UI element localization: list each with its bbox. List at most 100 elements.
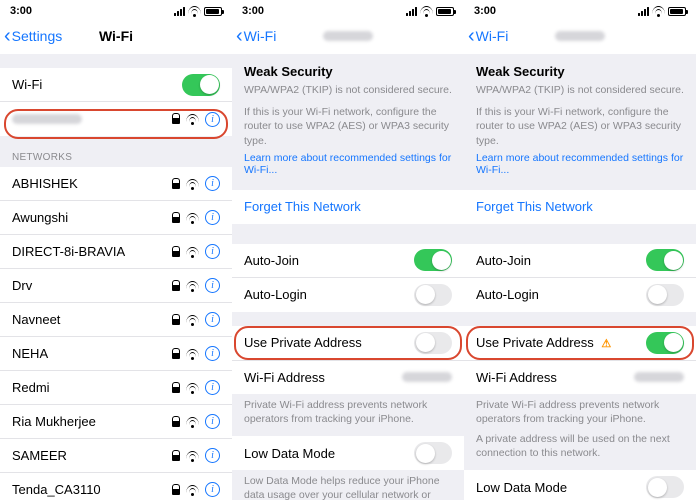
private-next-hint: A private address will be used on the ne… [464,428,696,470]
lock-icon [172,281,180,291]
connected-network-name [12,114,82,124]
auto-join-toggle[interactable] [414,249,452,271]
network-name: DIRECT-8i-BRAVIA [12,244,172,259]
info-icon[interactable]: i [205,414,220,429]
back-label: Wi-Fi [244,28,277,44]
signal-icon [406,7,417,16]
network-row[interactable]: ABHISHEKi [0,167,232,201]
back-label: Wi-Fi [476,28,509,44]
auto-login-row[interactable]: Auto-Login [232,278,464,312]
auto-join-label: Auto-Join [244,253,414,268]
network-name: Redmi [12,380,172,395]
info-icon[interactable]: i [205,312,220,327]
weak-security-hint: If this is your Wi-Fi network, configure… [464,99,696,150]
weak-security-msg: WPA/WPA2 (TKIP) is not considered secure… [232,79,464,99]
info-icon[interactable]: i [205,210,220,225]
status-icons [174,6,222,16]
battery-icon [204,7,222,16]
back-button[interactable]: ‹ Settings [4,26,62,46]
wifi-toggle[interactable] [182,74,220,96]
back-label: Settings [12,28,63,44]
networks-header: NETWORKS [0,136,232,167]
low-data-toggle[interactable] [414,442,452,464]
learn-more-link[interactable]: Learn more about recommended settings fo… [464,150,696,186]
low-data-row[interactable]: Low Data Mode [232,436,464,470]
network-row[interactable]: Awungshi i [0,201,232,235]
info-icon[interactable]: i [205,380,220,395]
content: Weak Security WPA/WPA2 (TKIP) is not con… [232,54,464,500]
wifi-address-value [634,372,684,382]
wifi-address-label: Wi-Fi Address [476,370,634,385]
phone-wifi-list: 3:00 ‹ Settings Wi-Fi Wi-Fi i [0,0,232,500]
wifi-icon [186,315,199,325]
network-row[interactable]: Tenda_CA3110 i [0,473,232,500]
auto-join-row[interactable]: Auto-Join [464,244,696,278]
network-name: Tenda_CA3110 [12,482,172,497]
auto-login-label: Auto-Login [244,287,414,302]
auto-login-toggle[interactable] [646,284,684,306]
back-button[interactable]: ‹ Wi-Fi [468,26,508,46]
info-icon[interactable]: i [205,482,220,497]
auto-join-toggle[interactable] [646,249,684,271]
wifi-address-value [402,372,452,382]
wifi-icon [186,417,199,427]
network-row[interactable]: Navneet i [0,303,232,337]
network-row[interactable]: DIRECT-8i-BRAVIA i [0,235,232,269]
chevron-left-icon: ‹ [4,26,11,46]
info-icon[interactable]: i [205,112,220,127]
info-icon[interactable]: i [205,448,220,463]
network-name: Ria Mukherjee [12,414,172,429]
auto-login-label: Auto-Login [476,287,646,302]
forget-label: Forget This Network [476,199,593,214]
connected-network-row[interactable]: i [0,102,232,136]
lock-icon [172,179,180,189]
forget-network-row[interactable]: Forget This Network [232,190,464,224]
network-row[interactable]: Ria Mukherjee i [0,405,232,439]
info-icon[interactable]: i [205,244,220,259]
phone-detail-on: 3:00 ‹ Wi-Fi Weak Security WPA/WPA2 (TKI… [464,0,696,500]
status-icons [638,6,686,16]
status-icons [406,6,454,16]
network-row[interactable]: Drvi [0,269,232,303]
info-icon[interactable]: i [205,278,220,293]
signal-icon [638,7,649,16]
wifi-icon [186,247,199,257]
weak-security-hint: If this is your Wi-Fi network, configure… [232,99,464,150]
network-name: Navneet [12,312,172,327]
network-row[interactable]: Redmi i [0,371,232,405]
lock-icon [172,485,180,495]
low-data-toggle[interactable] [646,476,684,498]
private-hint: Private Wi-Fi address prevents network o… [464,394,696,428]
network-row[interactable]: NEHAi [0,337,232,371]
forget-network-row[interactable]: Forget This Network [464,190,696,224]
private-address-toggle[interactable] [414,332,452,354]
network-name: Awungshi [12,210,172,225]
auto-login-toggle[interactable] [414,284,452,306]
network-row[interactable]: SAMEERi [0,439,232,473]
low-data-row[interactable]: Low Data Mode [464,470,696,500]
info-icon[interactable]: i [205,346,220,361]
phone-detail-off: 3:00 ‹ Wi-Fi Weak Security WPA/WPA2 (TKI… [232,0,464,500]
info-icon[interactable]: i [205,176,220,191]
low-data-label: Low Data Mode [476,480,646,495]
private-address-toggle[interactable] [646,332,684,354]
wifi-icon [186,451,199,461]
signal-icon [174,7,185,16]
wifi-master-row[interactable]: Wi-Fi [0,68,232,102]
wifi-address-row: Wi-Fi Address [232,360,464,394]
auto-login-row[interactable]: Auto-Login [464,278,696,312]
private-hint: Private Wi-Fi address prevents network o… [232,394,464,436]
weak-security-title: Weak Security [232,54,464,79]
private-address-label: Use Private Address ⚠ [476,335,646,350]
private-address-row[interactable]: Use Private Address [232,326,464,360]
status-bar: 3:00 [464,0,696,18]
status-bar: 3:00 [0,0,232,18]
auto-join-row[interactable]: Auto-Join [232,244,464,278]
private-address-row[interactable]: Use Private Address ⚠ [464,326,696,360]
warning-icon: ⚠ [601,338,611,350]
learn-more-link[interactable]: Learn more about recommended settings fo… [232,150,464,186]
auto-join-label: Auto-Join [476,253,646,268]
back-button[interactable]: ‹ Wi-Fi [236,26,276,46]
battery-icon [436,7,454,16]
wifi-icon [186,349,199,359]
